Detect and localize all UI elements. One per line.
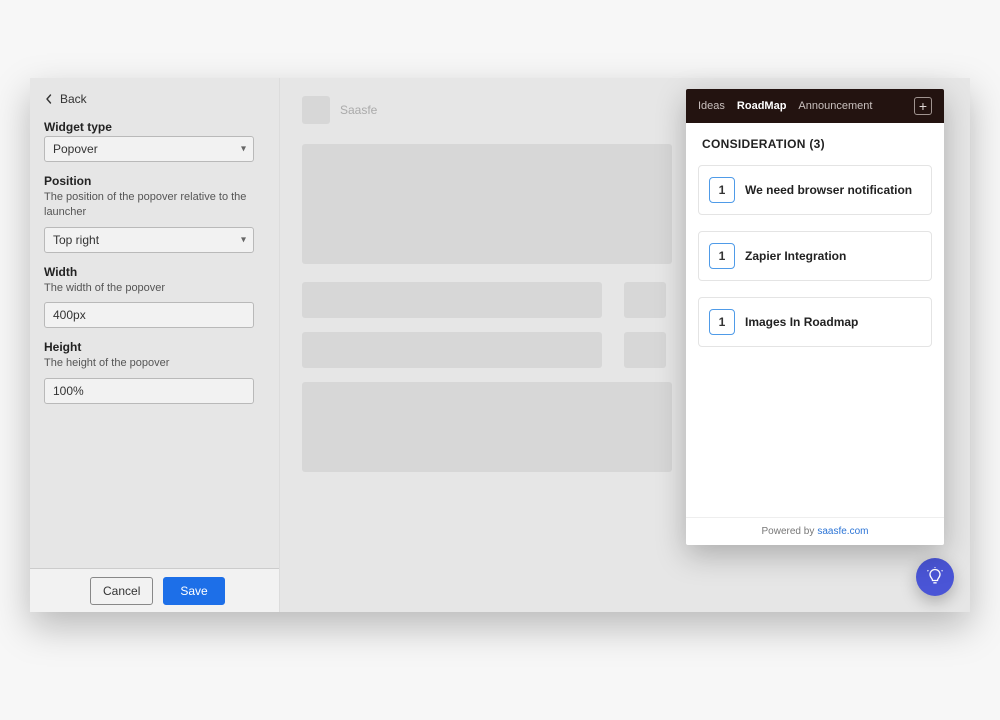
section-title: CONSIDERATION (3) bbox=[698, 137, 932, 151]
content-placeholder bbox=[302, 332, 602, 368]
height-help: The height of the popover bbox=[44, 356, 265, 371]
position-select[interactable]: Top right bbox=[44, 227, 254, 253]
width-group: Width The width of the popover bbox=[44, 265, 265, 328]
powered-by-label: Powered by bbox=[762, 526, 815, 537]
popover-tabs: Ideas RoadMap Announcement + bbox=[686, 89, 944, 123]
width-input[interactable] bbox=[44, 302, 254, 328]
lightbulb-icon bbox=[925, 567, 945, 587]
height-group: Height The height of the popover bbox=[44, 340, 265, 403]
tab-ideas[interactable]: Ideas bbox=[698, 100, 725, 112]
card-title: Images In Roadmap bbox=[745, 315, 858, 329]
back-button[interactable]: Back bbox=[44, 92, 265, 106]
app-frame: Back Widget type Popover Position The po… bbox=[30, 78, 970, 612]
card-title: Zapier Integration bbox=[745, 249, 846, 263]
card-title: We need browser notification bbox=[745, 183, 912, 197]
popover-body: CONSIDERATION (3) 1 We need browser noti… bbox=[686, 123, 944, 517]
position-group: Position The position of the popover rel… bbox=[44, 174, 265, 253]
add-button[interactable]: + bbox=[914, 97, 932, 115]
back-label: Back bbox=[60, 92, 87, 106]
chevron-left-icon bbox=[44, 94, 54, 104]
settings-sidebar: Back Widget type Popover Position The po… bbox=[30, 78, 280, 612]
vote-count[interactable]: 1 bbox=[709, 177, 735, 203]
brand-name: Saasfe bbox=[340, 103, 377, 117]
tab-announcement[interactable]: Announcement bbox=[798, 100, 872, 112]
launcher-fab[interactable] bbox=[916, 558, 954, 596]
content-placeholder bbox=[302, 282, 602, 318]
roadmap-card[interactable]: 1 We need browser notification bbox=[698, 165, 932, 215]
widget-type-label: Widget type bbox=[44, 120, 265, 134]
cancel-button[interactable]: Cancel bbox=[90, 577, 153, 605]
content-placeholder bbox=[302, 382, 672, 472]
widget-type-select[interactable]: Popover bbox=[44, 136, 254, 162]
save-button[interactable]: Save bbox=[163, 577, 224, 605]
vote-count[interactable]: 1 bbox=[709, 309, 735, 335]
content-placeholder bbox=[624, 332, 666, 368]
popover-footer: Powered by saasfe.com bbox=[686, 517, 944, 545]
position-label: Position bbox=[44, 174, 265, 188]
content-placeholder bbox=[624, 282, 666, 318]
widget-type-group: Widget type Popover bbox=[44, 120, 265, 162]
roadmap-card[interactable]: 1 Zapier Integration bbox=[698, 231, 932, 281]
tab-roadmap[interactable]: RoadMap bbox=[737, 100, 787, 112]
height-label: Height bbox=[44, 340, 265, 354]
brand-logo-placeholder bbox=[302, 96, 330, 124]
width-label: Width bbox=[44, 265, 265, 279]
width-help: The width of the popover bbox=[44, 281, 265, 296]
sidebar-footer: Cancel Save bbox=[30, 568, 279, 612]
content-placeholder bbox=[302, 144, 672, 264]
position-help: The position of the popover relative to … bbox=[44, 190, 265, 221]
powered-by-link[interactable]: saasfe.com bbox=[817, 526, 868, 537]
height-input[interactable] bbox=[44, 378, 254, 404]
popover-widget: Ideas RoadMap Announcement + CONSIDERATI… bbox=[686, 89, 944, 545]
roadmap-card[interactable]: 1 Images In Roadmap bbox=[698, 297, 932, 347]
vote-count[interactable]: 1 bbox=[709, 243, 735, 269]
